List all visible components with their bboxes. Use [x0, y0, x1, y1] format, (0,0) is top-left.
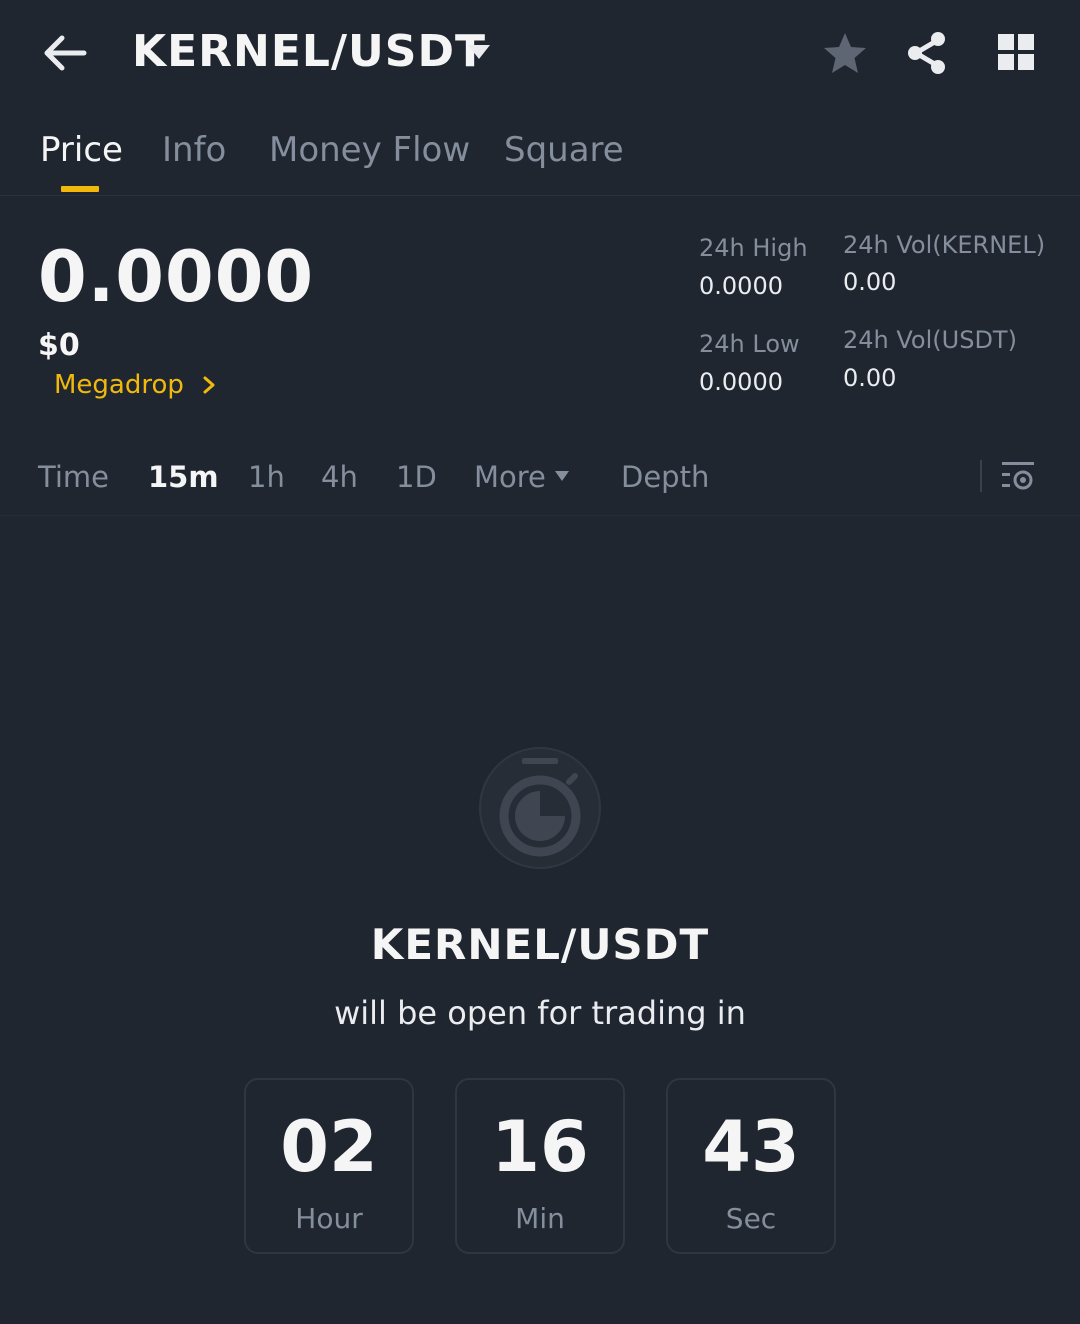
back-arrow-icon[interactable]: [40, 30, 90, 76]
star-icon[interactable]: [822, 30, 868, 76]
stat-high-label: 24h High: [699, 234, 808, 262]
countdown-minutes: 16 Min: [455, 1078, 625, 1254]
chevron-right-icon: [203, 376, 215, 394]
stat-vol-quote-label: 24h Vol(USDT): [843, 326, 1017, 354]
tab-square[interactable]: Square: [504, 130, 624, 170]
interval-1d[interactable]: 1D: [396, 460, 437, 494]
tab-price[interactable]: Price: [40, 130, 123, 170]
countdown-seconds-value: 43: [702, 1106, 800, 1188]
stat-high-value: 0.0000: [699, 272, 783, 300]
stat-vol-base-value: 0.00: [843, 268, 897, 296]
interval-bar: Time 15m 1h 4h 1D More Depth: [0, 440, 1080, 516]
countdown-minutes-label: Min: [515, 1202, 565, 1235]
grid-icon[interactable]: [996, 32, 1036, 72]
share-icon[interactable]: [904, 30, 950, 76]
active-tab-indicator: [61, 186, 99, 192]
countdown-pair: KERNEL/USDT: [370, 920, 710, 969]
countdown-hours-value: 02: [280, 1106, 378, 1188]
interval-time[interactable]: Time: [38, 460, 109, 494]
interval-15m[interactable]: 15m: [148, 460, 219, 494]
megadrop-link[interactable]: Megadrop: [54, 370, 216, 400]
chart-settings-icon[interactable]: [1000, 458, 1036, 494]
stat-vol-quote-value: 0.00: [843, 364, 897, 392]
interval-more[interactable]: More: [474, 460, 546, 494]
caret-down-icon[interactable]: [466, 42, 492, 62]
countdown-hours-label: Hour: [295, 1202, 363, 1235]
interval-4h[interactable]: 4h: [321, 460, 358, 494]
stat-vol-base-label: 24h Vol(KERNEL): [843, 231, 1046, 259]
countdown-seconds-label: Sec: [725, 1202, 777, 1235]
caret-down-icon[interactable]: [554, 470, 570, 482]
last-price: 0.0000: [38, 236, 315, 318]
countdown-message: will be open for trading in: [334, 994, 746, 1032]
toolbar-divider: [980, 460, 982, 492]
tab-money-flow[interactable]: Money Flow: [269, 130, 470, 170]
megadrop-label: Megadrop: [54, 370, 184, 400]
price-usd: $0: [38, 328, 80, 363]
tab-info[interactable]: Info: [162, 130, 226, 170]
interval-depth[interactable]: Depth: [621, 460, 709, 494]
main-tabs: Price Info Money Flow Square: [0, 110, 1080, 196]
stat-low-label: 24h Low: [699, 330, 800, 358]
stat-low-value: 0.0000: [699, 368, 783, 396]
countdown-seconds: 43 Sec: [666, 1078, 836, 1254]
header-bar: KERNEL/USDT: [0, 0, 1080, 110]
pair-title[interactable]: KERNEL/USDT: [132, 26, 486, 77]
interval-1h[interactable]: 1h: [248, 460, 285, 494]
timer-icon: [479, 747, 601, 869]
countdown-minutes-value: 16: [491, 1106, 589, 1188]
countdown-hours: 02 Hour: [244, 1078, 414, 1254]
